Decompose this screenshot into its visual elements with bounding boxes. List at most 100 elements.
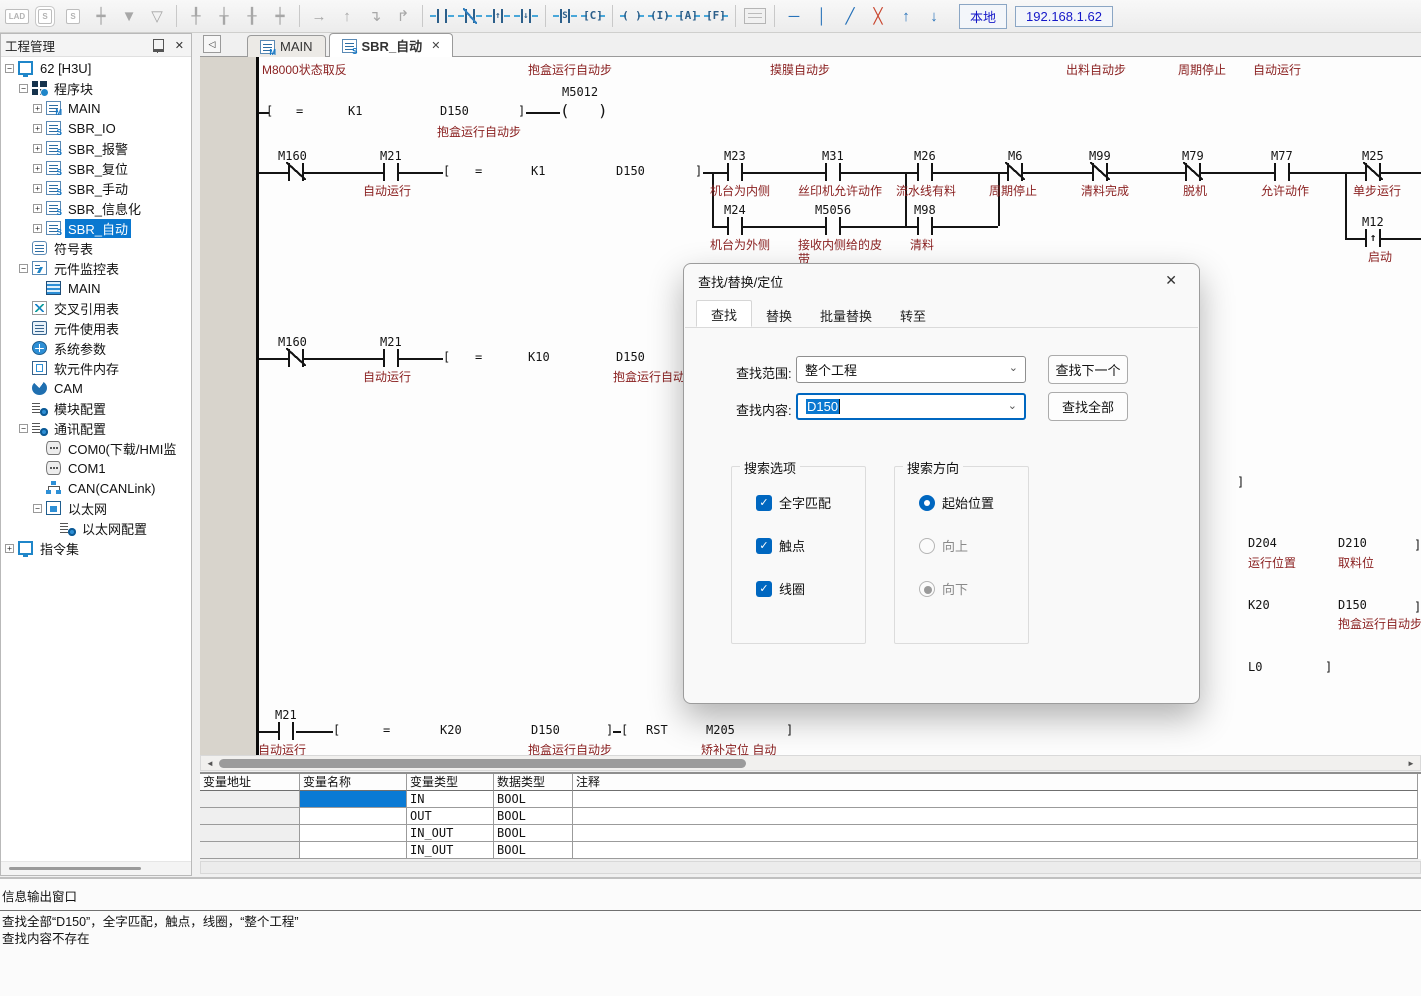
set-instruction-icon[interactable]: S [552, 3, 578, 29]
device-text[interactable]: [ [621, 723, 628, 737]
device-text[interactable]: K1 [348, 104, 362, 118]
expand-toggle[interactable]: − [19, 264, 28, 273]
cell[interactable] [200, 791, 300, 808]
device-text[interactable]: M99 [1089, 149, 1111, 163]
device-text[interactable]: M98 [914, 203, 936, 217]
tree-item[interactable]: −通讯配置 [1, 418, 181, 438]
tree-item[interactable]: 模块配置 [1, 398, 181, 418]
device-text[interactable]: = [296, 104, 303, 118]
tree-item[interactable]: −62 [H3U] [1, 58, 181, 78]
device-text[interactable]: D150 [440, 104, 469, 118]
delete-line-icon[interactable]: ╳ [865, 3, 891, 29]
line-down-icon[interactable]: ↓ [921, 3, 947, 29]
device-text[interactable]: D150 [616, 350, 645, 364]
device-text[interactable]: ] [695, 164, 702, 178]
tree-item[interactable]: +MMAIN [1, 98, 181, 118]
insert-network-icon[interactable]: ┿ [88, 3, 114, 29]
find-all-button[interactable]: 查找全部 [1048, 392, 1128, 421]
scroll-right-arrow[interactable]: ► [1404, 758, 1418, 768]
find-scope-combo[interactable]: 整个工程 ⌄ [796, 356, 1026, 383]
expand-toggle[interactable]: + [5, 544, 14, 553]
device-text[interactable]: D150 [616, 164, 645, 178]
open-contact-icon[interactable] [429, 3, 455, 29]
arrow-turn-up-icon[interactable]: ↱ [390, 3, 416, 29]
contact-no[interactable] [825, 163, 841, 181]
expand-toggle[interactable]: + [33, 204, 42, 213]
device-text[interactable]: = [475, 350, 482, 364]
contact-no[interactable] [1274, 163, 1290, 181]
cell[interactable]: IN_OUT [407, 842, 494, 859]
falling-edge-contact-icon[interactable]: ↓ [513, 3, 539, 29]
device-text[interactable]: ] [606, 723, 613, 737]
close-panel-icon[interactable]: ✕ [172, 39, 187, 52]
tab-main[interactable]: MMAIN [247, 35, 326, 57]
cell[interactable] [573, 808, 1418, 825]
radio-dis-sel-icon[interactable] [919, 581, 935, 597]
contact-nc[interactable] [1365, 163, 1381, 181]
cell[interactable] [300, 825, 407, 842]
arrow-right-icon[interactable]: → [306, 3, 332, 29]
chevron-down-icon[interactable]: ⌄ [1008, 399, 1017, 412]
draw-branch-down-icon[interactable]: ╁ [211, 3, 237, 29]
cell[interactable] [200, 825, 300, 842]
tree-item[interactable]: 系统参数 [1, 338, 181, 358]
radio-sel-icon[interactable] [919, 495, 935, 511]
contact-nc[interactable] [1007, 163, 1023, 181]
expand-toggle[interactable]: − [19, 424, 28, 433]
compare-instruction-icon[interactable]: [C] [580, 3, 606, 29]
extend-branch-icon[interactable]: ╂ [239, 3, 265, 29]
device-text[interactable]: ] [518, 104, 525, 118]
device-text[interactable]: D210 [1338, 536, 1367, 550]
scroll-left-arrow[interactable]: ◄ [203, 758, 217, 768]
cell[interactable] [573, 791, 1418, 808]
tree-item[interactable]: CAM [1, 378, 181, 398]
contact-no[interactable] [727, 217, 743, 235]
device-text[interactable]: M25 [1362, 149, 1384, 163]
cell[interactable] [200, 842, 300, 859]
cell[interactable]: IN_OUT [407, 825, 494, 842]
device-text[interactable]: M26 [914, 149, 936, 163]
tree-item[interactable]: +SSBR_自动 [1, 218, 181, 238]
contact-no[interactable] [727, 163, 743, 181]
tree-item[interactable]: 以太网配置 [1, 518, 181, 538]
device-text[interactable]: M160 [278, 335, 307, 349]
device-text[interactable]: M79 [1182, 149, 1204, 163]
contact-nc[interactable] [1185, 163, 1201, 181]
cell[interactable] [200, 808, 300, 825]
device-text[interactable]: ] [1237, 475, 1244, 489]
device-text[interactable]: = [383, 723, 390, 737]
rising-edge-contact-icon[interactable]: ↑ [485, 3, 511, 29]
contact-no[interactable] [383, 163, 399, 181]
dialog-close-icon[interactable]: ✕ [1159, 270, 1183, 291]
expand-toggle[interactable]: + [33, 124, 42, 133]
coil[interactable]: ) [598, 101, 608, 120]
device-text[interactable]: K1 [531, 164, 545, 178]
chevron-down-icon[interactable]: ⌄ [1009, 361, 1018, 374]
expand-toggle[interactable]: + [33, 224, 42, 233]
contact-no[interactable] [917, 217, 933, 235]
closed-contact-icon[interactable] [457, 3, 483, 29]
output-coil-icon[interactable]: ( ) [619, 3, 645, 29]
line-up-icon[interactable]: ↑ [893, 3, 919, 29]
inverse-coil-icon[interactable]: (I) [647, 3, 673, 29]
sfc-step-icon[interactable]: S [32, 3, 58, 29]
device-text[interactable]: M12 [1362, 215, 1384, 229]
device-text[interactable]: ] [1414, 538, 1421, 552]
cell[interactable]: BOOL [494, 825, 573, 842]
merge-branch-icon[interactable]: ┿ [267, 3, 293, 29]
tree-item[interactable]: COM1 [1, 458, 181, 478]
device-text[interactable]: ] [1414, 600, 1421, 614]
draw-hline-icon[interactable]: ─ [781, 3, 807, 29]
device-text[interactable]: D204 [1248, 536, 1277, 550]
device-text[interactable]: M205 [706, 723, 735, 737]
insert-row-icon[interactable]: ▼ [116, 3, 142, 29]
tree-item[interactable]: 符号表 [1, 238, 181, 258]
tree-item[interactable]: +SSBR_报警 [1, 138, 181, 158]
draw-diagonal-icon[interactable]: ╱ [837, 3, 863, 29]
contact-no[interactable] [383, 349, 399, 367]
sfc-transition-icon[interactable]: S [60, 3, 86, 29]
cell[interactable]: BOOL [494, 842, 573, 859]
device-text[interactable]: M23 [724, 149, 746, 163]
tree-item[interactable]: +SSBR_复位 [1, 158, 181, 178]
contact-nc[interactable] [288, 163, 304, 181]
